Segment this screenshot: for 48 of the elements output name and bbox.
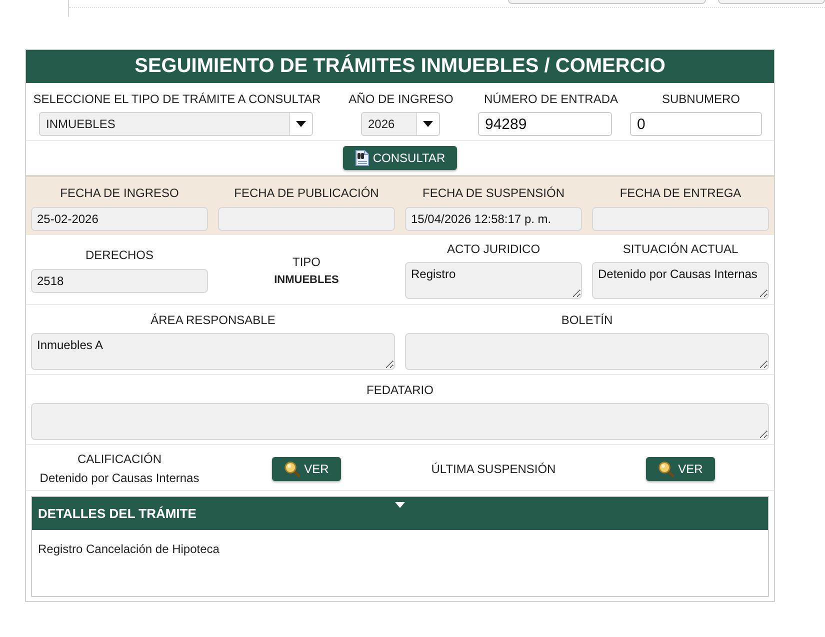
field-label: ÁREA RESPONSABLE bbox=[150, 313, 276, 328]
input-field[interactable] bbox=[508, 0, 706, 4]
date-field[interactable]: 15/04/2026 12:58:17 p. m. bbox=[405, 207, 582, 231]
textarea-field[interactable] bbox=[31, 403, 769, 440]
text-input[interactable]: 94289 bbox=[478, 112, 612, 136]
type-value: INMUEBLES bbox=[274, 274, 339, 286]
caret-icon[interactable] bbox=[416, 113, 439, 135]
textarea-field[interactable]: Registro bbox=[405, 262, 582, 299]
input-field[interactable] bbox=[718, 0, 825, 4]
document-binoculars-icon bbox=[354, 150, 369, 166]
field-label: DERECHOS bbox=[85, 248, 154, 263]
view-button[interactable]: VER bbox=[272, 457, 341, 481]
caret-icon[interactable] bbox=[395, 502, 405, 508]
field-label: CALIFICACIÓN bbox=[77, 452, 162, 467]
field-label: NÚMERO DE ENTRADA bbox=[484, 92, 618, 107]
consult-button[interactable]: CONSULTAR bbox=[342, 146, 458, 170]
textarea-field[interactable]: Detenido por Causas Internas bbox=[592, 262, 769, 299]
date-field[interactable] bbox=[592, 207, 769, 231]
field-label: ACTO JURIDICO bbox=[446, 242, 540, 257]
text-input[interactable]: 0 bbox=[630, 112, 762, 136]
caret-icon[interactable] bbox=[289, 113, 312, 135]
view-button[interactable]: VER bbox=[646, 457, 715, 481]
field-label: FECHA DE PUBLICACIÓN bbox=[234, 186, 379, 201]
select-dropdown[interactable]: 2026 bbox=[361, 112, 440, 136]
details-text: Registro Cancelación de Hipoteca bbox=[38, 542, 220, 556]
field-label: SUBNUMERO bbox=[662, 92, 740, 107]
field-label: BOLETÍN bbox=[561, 313, 613, 328]
date-field[interactable]: 25-02-2026 bbox=[31, 207, 208, 231]
field-label: SELECCIONE EL TIPO DE TRÁMITE A CONSULTAR bbox=[33, 92, 321, 107]
field-label: FECHA DE ENTREGA bbox=[620, 186, 742, 201]
textarea-field[interactable]: Inmuebles A bbox=[31, 333, 395, 370]
field-label: FECHA DE SUSPENSIÓN bbox=[422, 186, 565, 201]
field-label: TIPO bbox=[292, 254, 320, 270]
textarea-field[interactable] bbox=[405, 333, 769, 370]
form-title: SEGUIMIENTO DE TRÁMITES INMUEBLES / COMERCIO bbox=[26, 50, 774, 83]
text-field[interactable]: 2518 bbox=[31, 269, 208, 293]
details-header[interactable]: DETALLES DEL TRÁMITE bbox=[32, 497, 768, 530]
search-icon bbox=[284, 461, 300, 477]
field-label: FEDATARIO bbox=[366, 383, 434, 398]
field-label: SITUACIÓN ACTUAL bbox=[622, 242, 738, 257]
select-dropdown[interactable]: INMUEBLES bbox=[39, 112, 313, 136]
field-label: FECHA DE INGRESO bbox=[60, 186, 179, 201]
date-field[interactable] bbox=[218, 207, 395, 231]
search-icon bbox=[658, 461, 674, 477]
status-text: Detenido por Causas Internas bbox=[40, 471, 200, 486]
field-label: AÑO DE INGRESO bbox=[348, 92, 454, 107]
field-label: ÚLTIMA SUSPENSIÓN bbox=[431, 462, 556, 476]
details-title: DETALLES DEL TRÁMITE bbox=[38, 506, 196, 521]
